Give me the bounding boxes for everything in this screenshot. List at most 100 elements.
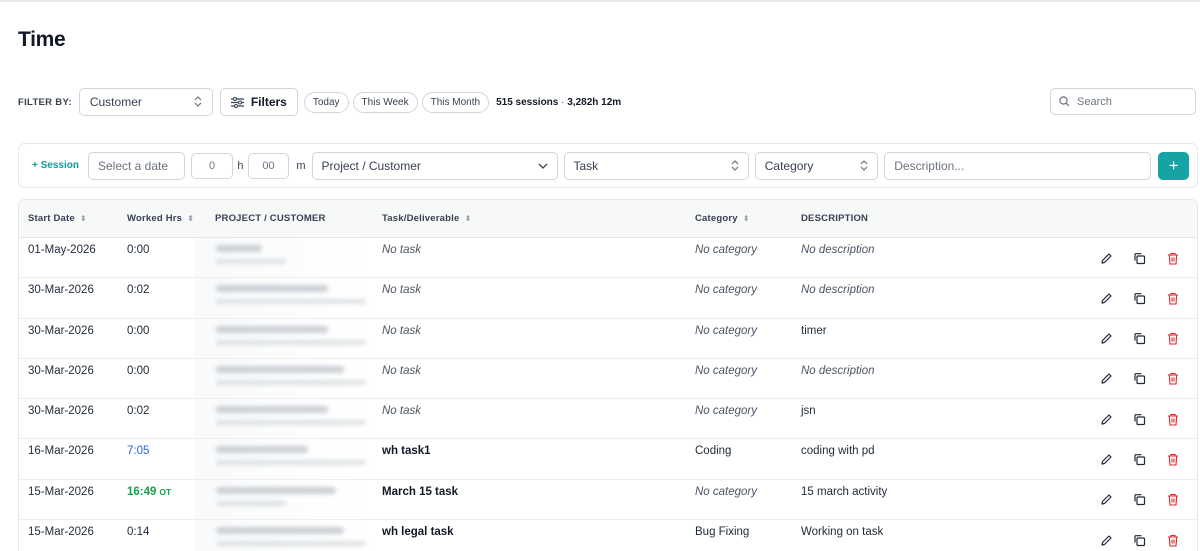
- row-start-date: 30-Mar-2026: [28, 405, 94, 418]
- copy-icon[interactable]: [1132, 452, 1146, 466]
- pencil-icon[interactable]: [1099, 452, 1113, 466]
- project-name-redacted: [216, 285, 328, 293]
- trash-icon[interactable]: [1166, 291, 1180, 305]
- row-task: No task: [382, 324, 421, 337]
- row-category: No category: [695, 405, 758, 418]
- sort-icon: ⬍: [742, 214, 750, 223]
- column-worked-hrs[interactable]: Worked Hrs ⬍: [127, 213, 194, 224]
- row-category: No category: [695, 324, 758, 337]
- table-row[interactable]: 15-Mar-2026 0:14 wh legal task Bug Fixin…: [19, 520, 1197, 551]
- project-cell-shade: [195, 439, 373, 479]
- table-row[interactable]: 30-Mar-2026 0:02 No task No category No …: [19, 278, 1197, 319]
- row-description: coding with pd: [801, 445, 875, 458]
- copy-icon[interactable]: [1132, 251, 1146, 265]
- row-start-date: 30-Mar-2026: [28, 324, 94, 337]
- copy-icon[interactable]: [1132, 533, 1146, 547]
- pencil-icon[interactable]: [1099, 332, 1113, 346]
- project-customer-select[interactable]: Project / Customer: [311, 151, 558, 180]
- total-time: 3,282h 12m: [567, 96, 622, 108]
- project-name-redacted: [216, 365, 344, 373]
- row-worked-hrs: 0:00: [127, 325, 149, 337]
- row-category: No category: [695, 284, 758, 297]
- row-start-date: 01-May-2026: [28, 244, 96, 256]
- add-session-button[interactable]: +: [1158, 151, 1189, 180]
- row-description: Working on task: [801, 526, 884, 539]
- row-description: No description: [801, 244, 875, 256]
- column-start-date[interactable]: Start Date ⬍: [28, 213, 87, 224]
- trash-icon[interactable]: [1166, 372, 1180, 386]
- pencil-icon[interactable]: [1099, 372, 1113, 386]
- search-icon: [1059, 96, 1070, 107]
- add-session-link[interactable]: + Session: [32, 160, 79, 171]
- trash-icon[interactable]: [1166, 332, 1180, 346]
- row-task: March 15 task: [382, 485, 459, 498]
- row-start-date: 30-Mar-2026: [28, 364, 94, 377]
- date-picker[interactable]: Select a date: [87, 151, 185, 180]
- table-row[interactable]: 30-Mar-2026 0:00 No task No category tim…: [19, 318, 1197, 359]
- trash-icon[interactable]: [1166, 533, 1180, 547]
- customer-name-redacted: [216, 460, 366, 466]
- sort-icon: ⬍: [187, 214, 195, 223]
- copy-icon[interactable]: [1132, 332, 1146, 346]
- pencil-icon[interactable]: [1099, 493, 1113, 507]
- sessions-count: 515 sessions: [496, 96, 559, 108]
- customer-select[interactable]: Customer: [78, 88, 213, 116]
- row-hours-value: 0:02: [127, 284, 150, 297]
- hours-input[interactable]: 0: [190, 152, 234, 179]
- trash-icon[interactable]: [1166, 251, 1180, 265]
- minutes-input[interactable]: 00: [247, 152, 290, 179]
- customer-select-value: Customer: [89, 95, 142, 109]
- this-week-pill[interactable]: This Week: [352, 91, 418, 113]
- table-row[interactable]: 30-Mar-2026 0:02 No task No category jsn: [19, 399, 1197, 440]
- table-header: Start Date ⬍ Worked Hrs ⬍ PROJECT / CUSTOM…: [19, 200, 1197, 238]
- pencil-icon[interactable]: [1099, 251, 1113, 265]
- category-select[interactable]: Category: [754, 151, 879, 180]
- row-task: No task: [382, 364, 421, 377]
- row-category: No category: [695, 364, 758, 377]
- pencil-icon[interactable]: [1099, 291, 1113, 305]
- session-entry-bar: + Session Select a date 0 h 00 m Project…: [18, 143, 1198, 188]
- copy-icon[interactable]: [1132, 291, 1146, 305]
- row-hours-value: 7:05: [127, 445, 150, 458]
- filters-button[interactable]: Filters: [219, 88, 298, 116]
- trash-icon[interactable]: [1166, 493, 1180, 507]
- row-worked-hrs: 0:00: [127, 244, 149, 256]
- trash-icon[interactable]: [1166, 452, 1180, 466]
- copy-icon[interactable]: [1132, 412, 1146, 426]
- row-task: No task: [382, 284, 421, 297]
- this-month-pill[interactable]: This Month: [421, 91, 490, 113]
- search-placeholder: Search: [1077, 95, 1112, 108]
- customer-name-redacted: [216, 420, 366, 426]
- project-name-redacted: [216, 527, 344, 535]
- today-pill[interactable]: Today: [303, 91, 349, 113]
- trash-icon[interactable]: [1166, 412, 1180, 426]
- project-customer-placeholder: Project / Customer: [321, 158, 421, 173]
- task-select[interactable]: Task: [563, 151, 749, 180]
- column-task[interactable]: Task/Deliverable ⬍: [382, 213, 471, 224]
- filter-bar: FILTER BY: Customer Filters Today This W…: [18, 88, 1198, 116]
- row-worked-hrs: 0:02: [127, 284, 149, 296]
- table-row[interactable]: 16-Mar-2026 7:05 wh task1 Coding coding …: [19, 439, 1197, 480]
- row-hours-value: 0:00: [127, 244, 150, 256]
- copy-icon[interactable]: [1132, 372, 1146, 386]
- table-body: 01-May-2026 0:00 No task No category No …: [19, 238, 1197, 551]
- project-name-redacted: [216, 446, 308, 454]
- project-cell-shade: [195, 238, 373, 278]
- table-row[interactable]: 30-Mar-2026 0:00 No task No category No …: [19, 358, 1197, 400]
- row-start-date: 15-Mar-2026: [28, 526, 94, 539]
- pencil-icon[interactable]: [1099, 412, 1113, 426]
- table-row[interactable]: 15-Mar-2026 16:49 OT March 15 task No cat…: [19, 479, 1197, 521]
- customer-name-redacted: [216, 541, 366, 547]
- description-input[interactable]: Description...: [884, 151, 1152, 180]
- session-stats: 515 sessions · 3,282h 12m: [496, 97, 621, 108]
- search-input[interactable]: Search: [1050, 88, 1196, 115]
- copy-icon[interactable]: [1132, 493, 1146, 507]
- column-category[interactable]: Category ⬍: [695, 213, 750, 224]
- column-task-label: Task/Deliverable: [382, 213, 460, 224]
- minutes-unit: m: [296, 159, 306, 172]
- row-worked-hrs: 0:02: [127, 405, 149, 417]
- pencil-icon[interactable]: [1099, 533, 1113, 547]
- row-worked-hrs: 16:49 OT: [127, 486, 171, 498]
- stats-separator: ·: [558, 96, 568, 108]
- table-row[interactable]: 01-May-2026 0:00 No task No category No …: [19, 238, 1197, 279]
